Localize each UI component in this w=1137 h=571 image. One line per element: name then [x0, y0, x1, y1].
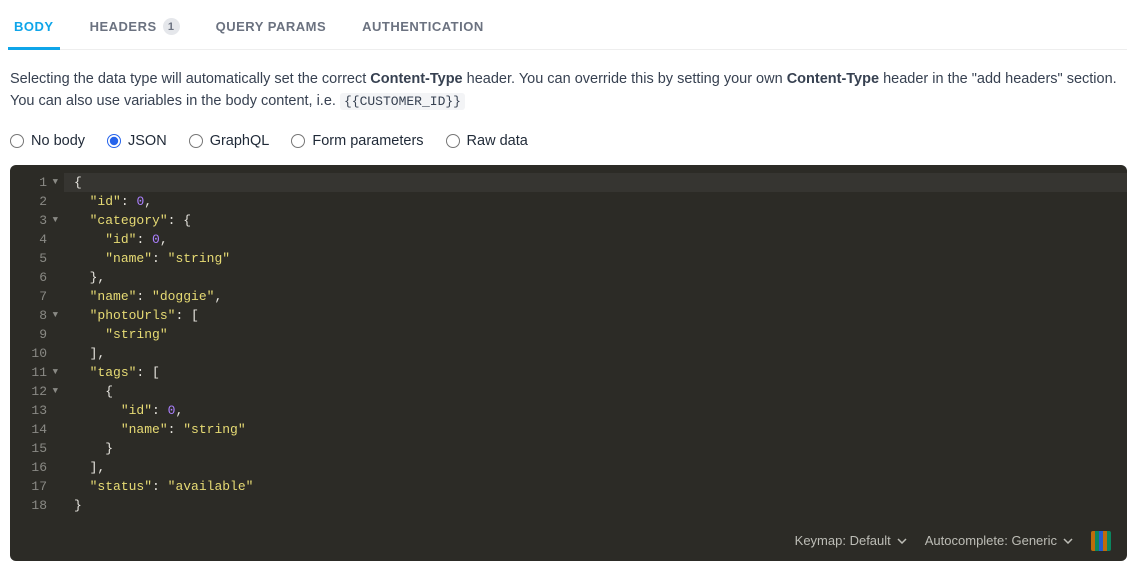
radio-input-graphql[interactable]	[189, 134, 203, 148]
tab-badge: 1	[163, 18, 180, 35]
line-number: 8▼	[10, 306, 58, 325]
code-line[interactable]: "id": 0,	[74, 192, 1127, 211]
line-number: 12▼	[10, 382, 58, 401]
radio-input-no-body[interactable]	[10, 134, 24, 148]
tab-label: HEADERS	[90, 19, 157, 34]
tabs-bar: BODY HEADERS 1 QUERY PARAMS AUTHENTICATI…	[10, 10, 1127, 50]
fold-toggle-icon[interactable]: ▼	[50, 173, 58, 192]
tab-label: BODY	[14, 19, 54, 34]
minimap-icon[interactable]	[1091, 531, 1111, 551]
tab-body[interactable]: BODY	[10, 10, 58, 49]
desc-bold: Content-Type	[787, 71, 879, 87]
fold-toggle-icon[interactable]: ▼	[50, 211, 58, 230]
desc-bold: Content-Type	[370, 71, 462, 87]
body-description: Selecting the data type will automatical…	[10, 50, 1127, 129]
code-line[interactable]: ],	[74, 344, 1127, 363]
autocomplete-label: Autocomplete: Generic	[925, 531, 1057, 550]
line-number: 6	[10, 268, 58, 287]
line-number: 2	[10, 192, 58, 211]
code-area[interactable]: 1▼23▼45678▼91011▼12▼131415161718 { "id":…	[10, 165, 1127, 521]
keymap-selector[interactable]: Keymap: Default	[795, 531, 907, 550]
radio-input-raw[interactable]	[446, 134, 460, 148]
code-line[interactable]: {	[74, 382, 1127, 401]
desc-text: Selecting the data type will automatical…	[10, 71, 370, 87]
line-number-gutter: 1▼23▼45678▼91011▼12▼131415161718	[10, 173, 64, 515]
radio-form-parameters[interactable]: Form parameters	[291, 133, 423, 149]
radio-graphql[interactable]: GraphQL	[189, 133, 270, 149]
line-number: 1▼	[10, 173, 58, 192]
radio-json[interactable]: JSON	[107, 133, 167, 149]
tab-label: AUTHENTICATION	[362, 19, 484, 34]
keymap-label: Keymap: Default	[795, 531, 891, 550]
tab-label: QUERY PARAMS	[216, 19, 327, 34]
code-line[interactable]: "category": {	[74, 211, 1127, 230]
code-line[interactable]: "name": "doggie",	[74, 287, 1127, 306]
line-number: 17	[10, 477, 58, 496]
fold-toggle-icon[interactable]: ▼	[50, 382, 58, 401]
editor-footer: Keymap: Default Autocomplete: Generic	[10, 521, 1127, 561]
code-line[interactable]: }	[74, 496, 1127, 515]
line-number: 11▼	[10, 363, 58, 382]
radio-no-body[interactable]: No body	[10, 133, 85, 149]
chevron-down-icon	[897, 538, 907, 544]
body-type-radios: No body JSON GraphQL Form parameters Raw…	[10, 129, 1127, 165]
code-line[interactable]: {	[64, 173, 1127, 192]
line-number: 13	[10, 401, 58, 420]
code-line[interactable]: "tags": [	[74, 363, 1127, 382]
radio-label: No body	[31, 133, 85, 149]
code-line[interactable]: "name": "string"	[74, 420, 1127, 439]
code-lines[interactable]: { "id": 0, "category": { "id": 0, "name"…	[64, 173, 1127, 515]
line-number: 7	[10, 287, 58, 306]
tab-query-params[interactable]: QUERY PARAMS	[212, 10, 331, 49]
fold-toggle-icon[interactable]: ▼	[50, 306, 58, 325]
json-editor[interactable]: 1▼23▼45678▼91011▼12▼131415161718 { "id":…	[10, 165, 1127, 561]
chevron-down-icon	[1063, 538, 1073, 544]
line-number: 9	[10, 325, 58, 344]
line-number: 15	[10, 439, 58, 458]
radio-input-json[interactable]	[107, 134, 121, 148]
autocomplete-selector[interactable]: Autocomplete: Generic	[925, 531, 1073, 550]
line-number: 18	[10, 496, 58, 515]
code-line[interactable]: "id": 0,	[74, 230, 1127, 249]
desc-code: {{CUSTOMER_ID}}	[340, 93, 465, 110]
fold-toggle-icon[interactable]: ▼	[50, 363, 58, 382]
tab-headers[interactable]: HEADERS 1	[86, 10, 184, 49]
code-line[interactable]: ],	[74, 458, 1127, 477]
line-number: 4	[10, 230, 58, 249]
radio-label: JSON	[128, 133, 167, 149]
code-line[interactable]: "photoUrls": [	[74, 306, 1127, 325]
radio-raw-data[interactable]: Raw data	[446, 133, 528, 149]
desc-text: header. You can override this by setting…	[463, 71, 787, 87]
radio-label: Form parameters	[312, 133, 423, 149]
line-number: 16	[10, 458, 58, 477]
line-number: 5	[10, 249, 58, 268]
tab-authentication[interactable]: AUTHENTICATION	[358, 10, 488, 49]
line-number: 3▼	[10, 211, 58, 230]
radio-input-form[interactable]	[291, 134, 305, 148]
code-line[interactable]: },	[74, 268, 1127, 287]
radio-label: GraphQL	[210, 133, 270, 149]
code-line[interactable]: "string"	[74, 325, 1127, 344]
radio-label: Raw data	[467, 133, 528, 149]
code-line[interactable]: }	[74, 439, 1127, 458]
code-line[interactable]: "name": "string"	[74, 249, 1127, 268]
line-number: 10	[10, 344, 58, 363]
code-line[interactable]: "status": "available"	[74, 477, 1127, 496]
code-line[interactable]: "id": 0,	[74, 401, 1127, 420]
line-number: 14	[10, 420, 58, 439]
